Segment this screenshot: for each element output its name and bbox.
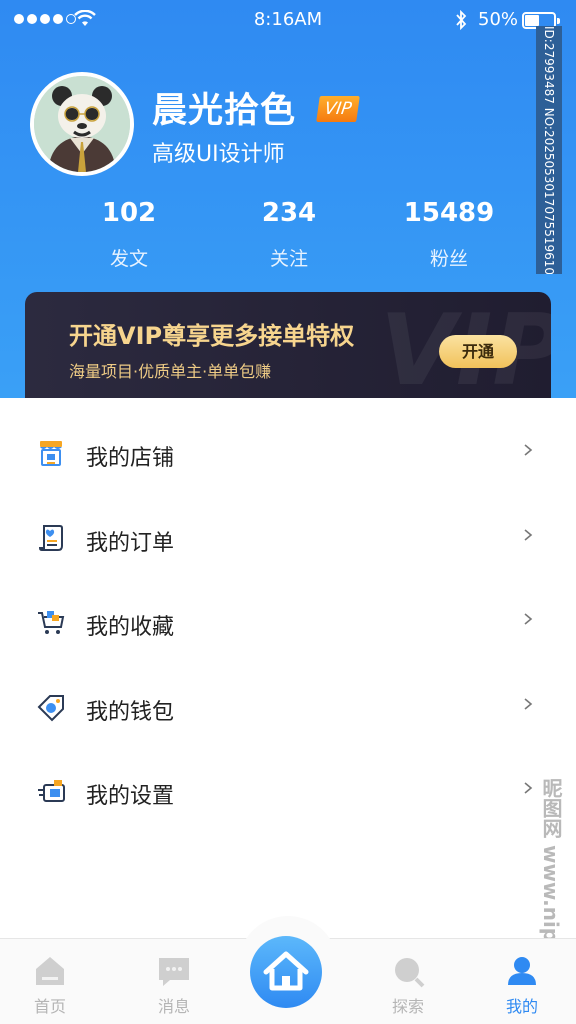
menu-item-favorites[interactable]: 我的收藏: [0, 567, 576, 652]
avatar[interactable]: [30, 72, 134, 176]
wallet-icon: [37, 694, 64, 721]
chevron-right-icon: [524, 613, 533, 625]
bluetooth-icon: [456, 10, 467, 30]
stat-value: 102: [101, 198, 157, 228]
home-fab-button[interactable]: [250, 936, 322, 1008]
stat-followers[interactable]: 15489 粉丝: [369, 198, 529, 271]
tab-label: 我的: [505, 997, 538, 1016]
stat-posts[interactable]: 102 发文: [49, 198, 209, 271]
tab-profile[interactable]: 我的: [472, 953, 572, 1017]
status-bar: 8:16AM 50%: [0, 0, 576, 40]
stat-label: 发文: [109, 248, 148, 270]
chevron-right-icon: [524, 444, 533, 456]
vip-banner-subtitle: 海量项目·优质单主·单单包赚: [69, 362, 272, 381]
settings-icon: [38, 780, 65, 802]
user-title: 高级UI设计师: [152, 142, 285, 167]
tab-label: 消息: [157, 997, 190, 1016]
home-tab-icon: [36, 957, 64, 985]
menu-list: 我的店铺 我的订单 我的收藏 我的钱包 我的设置: [0, 398, 576, 821]
chevron-right-icon: [524, 782, 533, 794]
shop-icon: [40, 441, 62, 466]
profile-icon: [508, 957, 536, 985]
menu-label: 我的收藏: [86, 615, 175, 640]
tab-label: 探索: [391, 997, 424, 1016]
stat-value: 15489: [403, 198, 495, 228]
menu-label: 我的订单: [86, 530, 175, 556]
order-icon: [38, 524, 63, 551]
panda-avatar-icon: [34, 76, 130, 172]
vip-banner-title: 开通VIP尊享更多接单特权: [69, 322, 355, 350]
id-stamp-watermark: ID:27993487 NO:20250530170755196109: [536, 26, 562, 274]
vip-open-button[interactable]: 开通: [439, 335, 517, 368]
menu-item-shop[interactable]: 我的店铺: [0, 398, 576, 483]
tab-messages[interactable]: 消息: [124, 953, 224, 1017]
message-icon: [159, 958, 189, 986]
username: 晨光拾色: [152, 91, 297, 131]
stat-label: 关注: [269, 248, 308, 270]
profile-header: 8:16AM 50% 晨光拾色 VIP 高级UI设计师 102 发文 234 关…: [0, 0, 576, 398]
stats-row: 102 发文 234 关注 15489 粉丝: [0, 198, 576, 278]
stat-label: 粉丝: [429, 248, 468, 270]
menu-item-wallet[interactable]: 我的钱包: [0, 652, 576, 737]
vip-badge: VIP: [316, 96, 360, 122]
battery-percent: 50%: [478, 9, 519, 30]
menu-label: 我的设置: [86, 784, 175, 809]
tab-home[interactable]: 首页: [0, 953, 100, 1017]
explore-icon: [395, 958, 425, 988]
tab-explore[interactable]: 探索: [358, 953, 458, 1017]
cart-icon: [38, 611, 65, 634]
menu-label: 我的店铺: [86, 446, 175, 471]
chevron-right-icon: [524, 528, 533, 541]
menu-label: 我的钱包: [86, 699, 175, 725]
stat-following[interactable]: 234 关注: [209, 198, 369, 271]
home-fab-icon: [263, 951, 309, 991]
tab-label: 首页: [33, 997, 66, 1016]
chevron-right-icon: [524, 697, 533, 710]
menu-item-orders[interactable]: 我的订单: [0, 483, 576, 568]
stat-value: 234: [261, 198, 317, 228]
menu-item-settings[interactable]: 我的设置: [0, 736, 576, 821]
vip-banner[interactable]: VIP 开通VIP尊享更多接单特权 海量项目·优质单主·单单包赚 开通: [25, 292, 551, 398]
